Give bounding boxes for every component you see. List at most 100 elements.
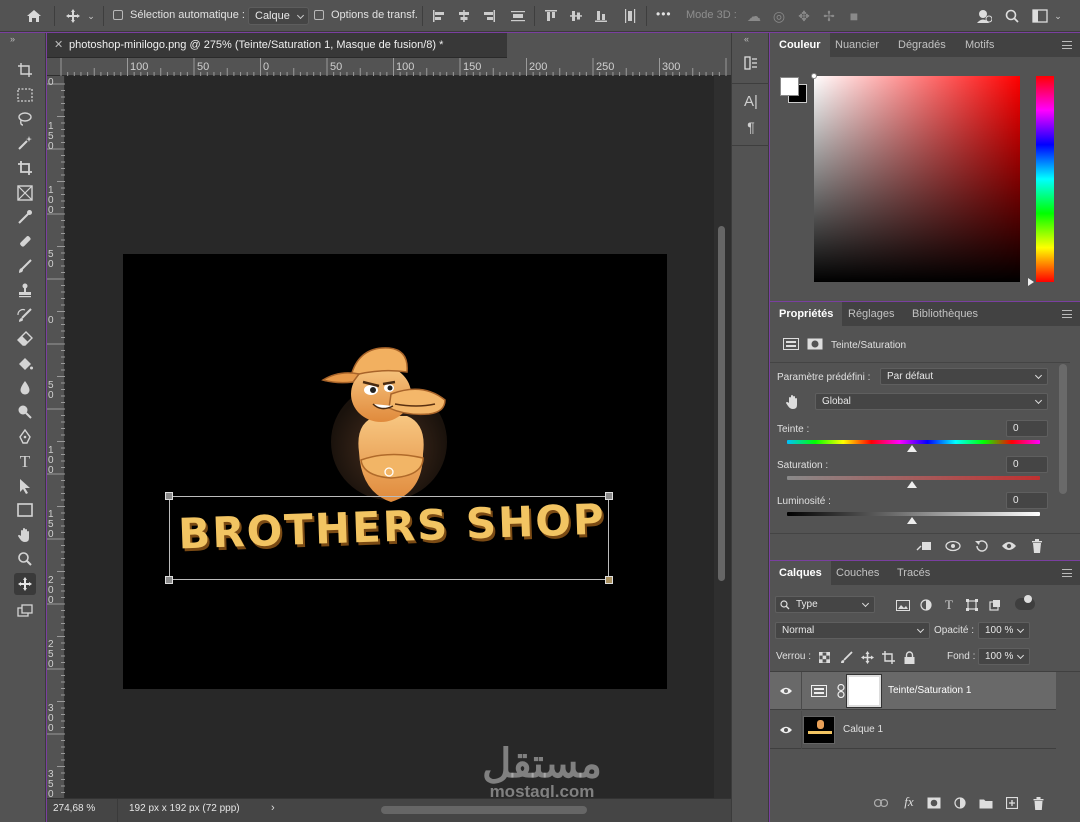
layer-row-calque-1[interactable]: Calque 1	[770, 711, 1056, 749]
layer-mask-thumbnail[interactable]	[846, 674, 882, 708]
transform-handle-top-left[interactable]	[165, 492, 173, 500]
hue-track[interactable]	[787, 440, 1040, 444]
magic-wand-tool-icon[interactable]	[14, 132, 36, 154]
vertical-scroll-thumb[interactable]	[718, 226, 725, 581]
hue-thumb[interactable]	[907, 445, 917, 452]
tab-paths[interactable]: Tracés	[888, 561, 939, 585]
align-center-icon[interactable]	[454, 6, 474, 26]
blend-mode-dropdown[interactable]: Normal	[775, 622, 930, 639]
layer-name[interactable]: Calque 1	[843, 724, 883, 735]
filter-pixel-icon[interactable]	[894, 597, 912, 613]
lock-position-move-icon[interactable]	[859, 649, 875, 665]
panel-menu-icon[interactable]	[1062, 569, 1072, 577]
layer-row-hue-saturation[interactable]: Teinte/Saturation 1	[770, 672, 1056, 710]
clone-stamp-tool-icon[interactable]	[14, 279, 36, 301]
workspace-icon[interactable]	[1030, 6, 1050, 26]
expand-panels-icon[interactable]: «	[744, 34, 749, 44]
align-top-icon[interactable]	[541, 6, 561, 26]
clip-to-layer-icon[interactable]	[914, 538, 934, 554]
panel-menu-icon[interactable]	[1062, 310, 1072, 318]
targeted-adjustment-hand-icon[interactable]	[784, 393, 802, 411]
link-layers-icon[interactable]	[872, 796, 890, 810]
close-tab-icon[interactable]: ✕	[54, 38, 63, 51]
home-icon[interactable]	[24, 6, 44, 26]
more-options-icon[interactable]: •••	[656, 7, 672, 21]
tab-patterns[interactable]: Motifs	[956, 33, 1003, 57]
tab-layers[interactable]: Calques	[770, 561, 831, 585]
lock-transparent-pixels-icon[interactable]	[816, 649, 832, 665]
horizontal-scroll-thumb[interactable]	[381, 806, 587, 814]
eraser-tool-icon[interactable]	[14, 328, 36, 350]
distribute-icon[interactable]	[508, 6, 528, 26]
auto-select-checkbox[interactable]	[113, 10, 123, 20]
marquee-tool-icon[interactable]	[14, 84, 36, 106]
opacity-input[interactable]: 100 %	[978, 622, 1030, 639]
history-panel-icon[interactable]	[741, 53, 761, 73]
tab-color[interactable]: Couleur	[770, 33, 830, 57]
channel-dropdown[interactable]: Global	[815, 393, 1048, 410]
new-group-folder-icon[interactable]	[977, 796, 995, 810]
canvas-area[interactable]: BROTHERS SHOP مستقل mostaql.com	[65, 76, 714, 801]
document-tab[interactable]: ✕ photoshop-minilogo.png @ 275% (Teinte/…	[47, 33, 507, 58]
3d-pan-icon[interactable]: ✥	[794, 6, 814, 26]
document-canvas[interactable]: BROTHERS SHOP	[123, 254, 667, 689]
view-previous-state-icon[interactable]	[943, 538, 963, 554]
vertical-scrollbar[interactable]	[714, 76, 731, 798]
transform-handle-top-right[interactable]	[605, 492, 613, 500]
tab-properties[interactable]: Propriétés	[770, 302, 843, 326]
saturation-track[interactable]	[787, 476, 1040, 480]
rectangle-tool-icon[interactable]	[14, 499, 36, 521]
lock-image-pixels-brush-icon[interactable]	[838, 649, 854, 665]
zoom-level[interactable]: 274,68 %	[53, 803, 95, 814]
tool-preset-chevron-down-icon[interactable]: ⌄	[85, 6, 97, 26]
foreground-color-swatch[interactable]	[780, 77, 799, 96]
lightness-track[interactable]	[787, 512, 1040, 516]
user-share-icon[interactable]	[974, 6, 994, 26]
transform-bounding-box[interactable]	[169, 496, 609, 580]
layer-visibility-eye-icon[interactable]	[778, 723, 794, 737]
brush-tool-icon[interactable]	[14, 255, 36, 277]
artboard-tool-icon[interactable]	[14, 59, 36, 81]
auto-select-dropdown[interactable]: Calque	[248, 7, 309, 25]
3d-orbit-icon[interactable]: ☁	[744, 6, 764, 26]
screen-mode-icon[interactable]	[14, 600, 36, 622]
tab-adjustments[interactable]: Réglages	[839, 302, 903, 326]
preset-dropdown[interactable]: Par défaut	[880, 368, 1048, 385]
character-panel-icon[interactable]: A|	[741, 91, 761, 111]
filter-toggle-knob[interactable]	[1024, 595, 1032, 603]
lightness-value-input[interactable]: 0	[1006, 492, 1048, 509]
path-selection-tool-icon[interactable]	[14, 475, 36, 497]
filter-smart-object-icon[interactable]	[986, 597, 1004, 613]
fill-input[interactable]: 100 %	[978, 648, 1030, 665]
add-layer-mask-icon[interactable]	[925, 796, 943, 810]
reset-adjustment-icon[interactable]	[971, 538, 991, 554]
align-middle-icon[interactable]	[566, 6, 586, 26]
collapse-toolbar-icon[interactable]: »	[10, 34, 15, 44]
lock-all-padlock-icon[interactable]	[901, 649, 917, 665]
layer-filter-dropdown[interactable]: Type	[775, 596, 875, 613]
new-layer-icon[interactable]	[1003, 796, 1021, 810]
layer-visibility-eye-icon[interactable]	[778, 684, 794, 698]
hue-slider[interactable]	[1036, 76, 1054, 282]
move-tool-active-icon[interactable]	[14, 573, 36, 595]
layer-mask-icon[interactable]	[806, 336, 824, 352]
3d-roll-icon[interactable]: ◎	[769, 6, 789, 26]
delete-adjustment-trash-icon[interactable]	[1027, 538, 1047, 554]
crop-tool-icon[interactable]	[14, 157, 36, 179]
zoom-tool-icon[interactable]	[14, 548, 36, 570]
hue-value-input[interactable]: 0	[1006, 420, 1048, 437]
transform-handle-bottom-right[interactable]	[605, 576, 613, 584]
tab-gradients[interactable]: Dégradés	[889, 33, 955, 57]
toggle-visibility-eye-icon[interactable]	[999, 538, 1019, 554]
new-adjustment-layer-icon[interactable]	[951, 796, 969, 810]
workspace-chevron-down-icon[interactable]: ⌄	[1052, 6, 1064, 26]
lasso-tool-icon[interactable]	[14, 108, 36, 130]
filter-shape-icon[interactable]	[963, 597, 981, 613]
3d-slide-icon[interactable]: ✢	[819, 6, 839, 26]
delete-layer-trash-icon[interactable]	[1029, 796, 1047, 810]
frame-tool-icon[interactable]	[14, 182, 36, 204]
tab-swatches[interactable]: Nuancier	[826, 33, 888, 57]
align-right-icon[interactable]	[479, 6, 499, 26]
layer-mask-link-icon[interactable]	[836, 683, 846, 699]
eyedropper-tool-icon[interactable]	[14, 206, 36, 228]
